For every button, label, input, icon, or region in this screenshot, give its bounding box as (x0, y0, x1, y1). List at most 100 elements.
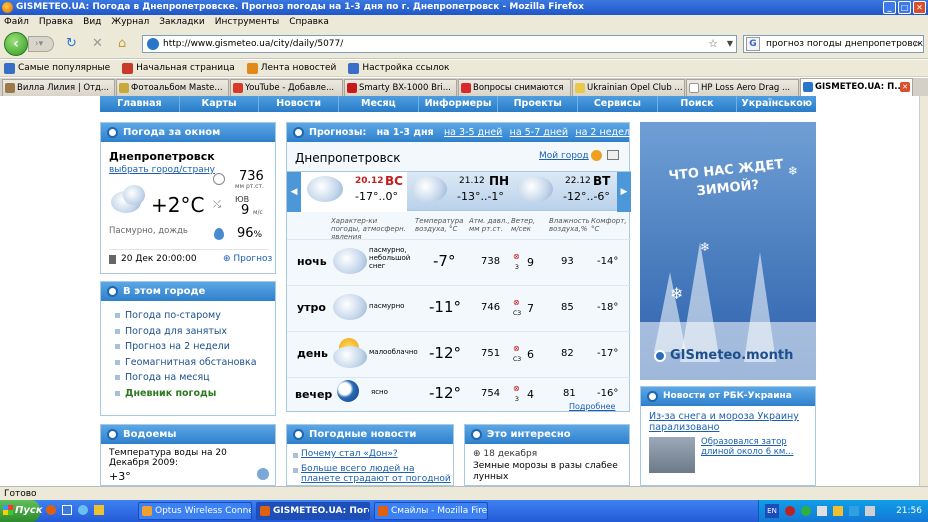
help-icon[interactable] (257, 468, 269, 480)
address-bar[interactable]: http://www.gismeteo.ua/city/daily/5077/ … (142, 35, 737, 53)
search-box[interactable]: G прогноз погоды днепропетровск ⌕ (743, 35, 924, 53)
taskbar-task[interactable]: Optus Wireless Connect ... (138, 502, 252, 520)
nav-ukrainian[interactable]: Українською (737, 96, 816, 112)
bookmark-star-icon[interactable]: ☆ (708, 36, 718, 52)
menu-file[interactable]: Файл (4, 15, 29, 29)
details-link[interactable]: Подробнее (569, 402, 615, 411)
close-button[interactable]: ✕ (913, 1, 926, 14)
wind-speed: 7 (527, 302, 534, 315)
network-icon[interactable] (849, 506, 859, 516)
taskbar-task-active[interactable]: GISMETEO.UA: Погод... (256, 502, 370, 520)
menu-help[interactable]: Справка (289, 15, 329, 29)
change-city-link[interactable]: выбрать город/страну (109, 165, 215, 175)
search-input[interactable]: прогноз погоды днепропетровск (766, 39, 923, 49)
tray-app-icon[interactable] (817, 506, 827, 516)
weather-desc: пасмурно, небольшой снег (369, 246, 411, 270)
search-icon[interactable]: ⌕ (914, 36, 920, 52)
menu-bookmarks[interactable]: Закладки (159, 15, 205, 29)
rbc-headline-link[interactable]: Из-за снега и мороза Украину парализован… (649, 411, 809, 433)
nav-services[interactable]: Сервисы (578, 96, 658, 112)
gismeteo-month-banner[interactable]: ЧТО НАС ЖДЕТ ЗИМОЙ? ❄ ❄ ❄ GISmeteo.month (640, 122, 816, 380)
browser-tab[interactable]: Ukrainian Opel Club ... (572, 79, 685, 96)
bookmark-item[interactable]: Настройка ссылок (348, 60, 449, 76)
weather-desc: ясно (371, 388, 388, 396)
menu-history[interactable]: Журнал (111, 15, 149, 29)
wind-unit: м/с (253, 209, 263, 216)
nav-informers[interactable]: Информеры (419, 96, 499, 112)
tab-2-weeks[interactable]: на 2 недели (575, 127, 636, 138)
menu-tools[interactable]: Инструменты (215, 15, 279, 29)
start-button[interactable]: Пуск (0, 500, 43, 522)
language-indicator[interactable]: EN (765, 504, 779, 518)
my-city-link[interactable]: Мой город (539, 151, 589, 161)
box-header: Водоемы (101, 425, 275, 444)
search-engine-icon[interactable]: G (746, 37, 760, 51)
gismeteo-logo-icon (293, 127, 304, 138)
browser-tab[interactable]: Вопросы снимаются (458, 79, 571, 96)
menu-edit[interactable]: Правка (39, 15, 73, 29)
folder-quicklaunch-icon[interactable] (94, 505, 104, 515)
bookmark-item[interactable]: Самые популярные (4, 60, 110, 76)
bookmark-item[interactable]: Начальная страница (122, 60, 235, 76)
humidity: 93 (561, 256, 574, 267)
minimize-button[interactable]: _ (883, 1, 896, 14)
tray-app-icon[interactable] (785, 506, 795, 516)
bookmark-item[interactable]: Лента новостей (246, 60, 336, 76)
list-item[interactable]: Геомагнитная обстановка (115, 357, 257, 368)
news-item-link[interactable]: Почему стал «Дон»? (301, 449, 398, 459)
nav-month[interactable]: Месяц (339, 96, 419, 112)
day-card[interactable]: 21.12 ПН -13°..-1° (407, 172, 513, 212)
volume-icon[interactable] (865, 506, 875, 516)
nav-search[interactable]: Поиск (658, 96, 738, 112)
nav-maps[interactable]: Карты (180, 96, 260, 112)
prev-days-arrow-icon[interactable]: ◀ (287, 172, 301, 212)
wind-arrow-icon: ⊗ (513, 344, 520, 353)
tab-3-5-days[interactable]: на 3-5 дней (444, 127, 502, 138)
browser-tab[interactable]: Фотоальбом Maste... (116, 79, 229, 96)
list-item[interactable]: Погода на месяц (115, 372, 210, 383)
news-thumbnail[interactable] (649, 437, 695, 473)
list-item[interactable]: Погода для занятых (115, 326, 227, 337)
list-item[interactable]: Дневник погоды (114, 388, 216, 399)
stop-icon[interactable]: ✕ (92, 37, 103, 51)
browser-tab[interactable]: HP Loss Aero Drag ... (686, 79, 799, 96)
maximize-button[interactable]: □ (898, 1, 911, 14)
menu-view[interactable]: Вид (83, 15, 101, 29)
list-item[interactable]: Прогноз на 2 недели (115, 341, 230, 352)
help-icon[interactable] (591, 150, 602, 161)
tray-app-icon[interactable] (833, 506, 843, 516)
back-button[interactable]: ‹ (4, 32, 28, 56)
forward-button[interactable]: ›▾ (28, 36, 54, 52)
browser-tab-active[interactable]: GISMETEO.UA: П... ✕ (800, 78, 913, 96)
home-icon[interactable]: ⌂ (118, 37, 126, 51)
browser-tab[interactable]: Вилла Лилия | Отд... (2, 79, 115, 96)
tray-app-icon[interactable] (801, 506, 811, 516)
day-card[interactable]: 22.12 ВТ -12°..-6° (513, 172, 617, 212)
news-item-link[interactable]: Больше всего людей на планете страдают о… (301, 464, 451, 486)
ie-quicklaunch-icon[interactable] (78, 505, 88, 515)
next-days-arrow-icon[interactable]: ▶ (617, 172, 631, 212)
close-tab-icon[interactable]: ✕ (900, 82, 910, 92)
nav-projects[interactable]: Проекты (498, 96, 579, 112)
print-icon[interactable] (607, 150, 619, 160)
temperature: -12° (429, 384, 461, 402)
browser-tab[interactable]: YouTube - Добавле... (230, 79, 343, 96)
firefox-quicklaunch-icon[interactable] (46, 505, 56, 515)
reload-icon[interactable]: ↻ (66, 37, 77, 51)
day-of-week: ВС (385, 174, 403, 188)
nav-home[interactable]: Главная (100, 96, 180, 112)
list-item[interactable]: Погода по-старому (115, 310, 221, 321)
tab-1-3-days[interactable]: на 1-3 дня (374, 126, 437, 139)
rbc-news-item-link[interactable]: Образовался затор длиной около 6 км... (701, 437, 813, 457)
day-card-active[interactable]: 20.12 ВС -17°..0° (301, 172, 407, 212)
browser-tab[interactable]: Smarty BX-1000 Bri... (344, 79, 457, 96)
vertical-scrollbar[interactable] (919, 96, 928, 486)
nav-news[interactable]: Новости (259, 96, 340, 112)
wind-arrow-icon: ⊗ (513, 252, 520, 261)
forecast-link[interactable]: ⊕ Прогноз (223, 254, 272, 264)
taskbar-task[interactable]: Смайлы - Mozilla Firefox (374, 502, 488, 520)
firefox-icon (2, 2, 13, 13)
tab-5-7-days[interactable]: на 5-7 дней (510, 127, 568, 138)
desktop-quicklaunch-icon[interactable] (62, 505, 72, 515)
url-dropdown-icon[interactable]: ▼ (727, 36, 733, 52)
